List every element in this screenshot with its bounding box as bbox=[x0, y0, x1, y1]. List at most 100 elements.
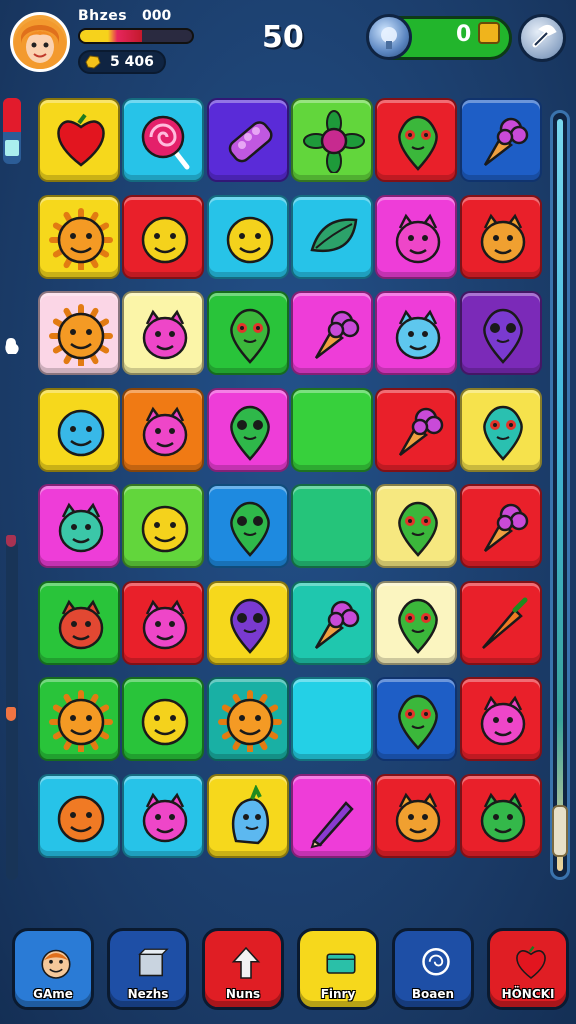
player-avatar[interactable] bbox=[10, 12, 70, 72]
flower-icon bbox=[302, 110, 365, 173]
board-tile[interactable] bbox=[459, 291, 542, 375]
board-tile[interactable] bbox=[375, 580, 458, 665]
board-tile[interactable] bbox=[290, 484, 373, 568]
board-tile[interactable] bbox=[290, 291, 373, 375]
board-tile[interactable] bbox=[206, 291, 289, 375]
board-tile[interactable] bbox=[206, 580, 289, 665]
green-alien-icon bbox=[398, 115, 439, 171]
green-alien-icon bbox=[229, 308, 270, 364]
board-tile[interactable] bbox=[38, 98, 120, 182]
player-name: Bhzes bbox=[78, 8, 128, 24]
pink-monster-icon bbox=[395, 213, 441, 263]
board-tile[interactable] bbox=[206, 194, 289, 279]
board-tile[interactable] bbox=[122, 580, 205, 665]
board-tile[interactable] bbox=[38, 194, 120, 279]
nav-button-boaen[interactable]: Boaen bbox=[392, 928, 474, 1010]
board-tile[interactable] bbox=[290, 194, 373, 279]
sun-face-icon bbox=[49, 207, 113, 270]
nav-button-h-ncki[interactable]: HÖNCKI bbox=[487, 928, 569, 1010]
top-hud: Bhzes 000 5 406 50 0 bbox=[0, 0, 576, 90]
orange-monster-icon bbox=[480, 213, 525, 263]
marker-icon bbox=[6, 535, 16, 547]
purple-drop-icon bbox=[229, 598, 270, 654]
ice-cream-cone-icon bbox=[314, 310, 360, 359]
yellow-face-icon bbox=[142, 698, 189, 746]
ice-cream-cone-icon bbox=[483, 503, 528, 552]
green-alien-icon bbox=[398, 598, 439, 654]
gem-value: 0 bbox=[456, 22, 472, 47]
pink-monster-icon bbox=[143, 406, 188, 456]
board-tile[interactable] bbox=[206, 484, 289, 568]
box-icon bbox=[138, 948, 169, 977]
board-tile[interactable] bbox=[459, 773, 542, 858]
green-drop-icon bbox=[229, 405, 270, 461]
blue-monster-icon bbox=[395, 309, 441, 360]
board-tile[interactable] bbox=[206, 677, 289, 761]
board-tile[interactable] bbox=[38, 484, 120, 568]
nav-label: HÖNCKI bbox=[501, 987, 555, 1001]
board-tile[interactable] bbox=[375, 387, 458, 472]
nav-button-nezhs[interactable]: Nezhs bbox=[107, 928, 189, 1010]
ice-cream-cone-icon bbox=[399, 407, 444, 456]
board-tile[interactable] bbox=[122, 98, 205, 182]
gem-orb-icon bbox=[366, 14, 412, 60]
board-tile[interactable] bbox=[38, 773, 120, 858]
settings-button[interactable] bbox=[518, 14, 566, 62]
coin-icon bbox=[85, 55, 101, 69]
board-tile[interactable] bbox=[459, 677, 542, 761]
board-tile[interactable] bbox=[122, 484, 205, 568]
board-tile[interactable] bbox=[206, 98, 289, 182]
lollipop-icon bbox=[142, 115, 190, 170]
nav-button-finry[interactable]: Finry bbox=[297, 928, 379, 1010]
nav-label: Nuns bbox=[225, 987, 261, 1001]
wrench-icon bbox=[532, 24, 557, 48]
heart-icon bbox=[57, 113, 105, 167]
yellow-face-icon bbox=[142, 216, 189, 263]
progress-knob[interactable] bbox=[552, 805, 568, 857]
board-tile[interactable] bbox=[375, 677, 458, 761]
board-tile[interactable] bbox=[290, 98, 373, 182]
purple-pencil-icon bbox=[310, 800, 354, 848]
board-tile[interactable] bbox=[206, 773, 289, 858]
board-tile[interactable] bbox=[459, 484, 542, 568]
nav-button-nuns[interactable]: Nuns bbox=[202, 928, 284, 1010]
progress-track[interactable] bbox=[550, 110, 570, 880]
board-tile[interactable] bbox=[290, 773, 373, 858]
orange-monster-icon bbox=[395, 792, 441, 842]
moves-counter: 50 bbox=[262, 20, 304, 55]
board-tile[interactable] bbox=[122, 291, 205, 375]
board-tile[interactable] bbox=[206, 387, 289, 472]
board-tile[interactable] bbox=[375, 98, 458, 182]
purple-drop-icon bbox=[482, 308, 523, 364]
board-tile[interactable] bbox=[38, 677, 120, 761]
nav-label: Nezhs bbox=[127, 987, 169, 1001]
board-tile[interactable] bbox=[122, 773, 205, 858]
board-tile[interactable] bbox=[290, 387, 373, 472]
board-tile[interactable] bbox=[122, 677, 205, 761]
sun-face-icon bbox=[49, 304, 113, 366]
board-tile[interactable] bbox=[290, 580, 373, 665]
board-tile[interactable] bbox=[122, 194, 205, 279]
board-tile[interactable] bbox=[459, 387, 542, 472]
leaf-creature-icon bbox=[310, 217, 358, 252]
bottom-nav: GAme Nezhs Nuns Finry Boaen HÖNCKI bbox=[0, 920, 576, 1024]
board-tile[interactable] bbox=[375, 484, 458, 568]
board-tile[interactable] bbox=[38, 291, 120, 375]
board-tile[interactable] bbox=[375, 291, 458, 375]
board-tile[interactable] bbox=[375, 773, 458, 858]
board-tile[interactable] bbox=[38, 387, 120, 472]
board-tile[interactable] bbox=[459, 194, 542, 279]
yellow-face-icon bbox=[142, 505, 189, 553]
sun-face-icon bbox=[49, 690, 113, 752]
board-tile[interactable] bbox=[375, 194, 458, 279]
board-tile[interactable] bbox=[459, 98, 542, 182]
board-tile[interactable] bbox=[122, 387, 205, 472]
board-tile[interactable] bbox=[459, 580, 542, 665]
board-tile[interactable] bbox=[290, 677, 373, 761]
chip-icon bbox=[478, 22, 500, 44]
coin-counter: 5 406 bbox=[78, 50, 166, 74]
ice-cream-cone-icon bbox=[483, 117, 528, 166]
nav-button-game[interactable]: GAme bbox=[12, 928, 94, 1010]
nav-label: GAme bbox=[33, 987, 73, 1001]
board-tile[interactable] bbox=[38, 580, 120, 665]
